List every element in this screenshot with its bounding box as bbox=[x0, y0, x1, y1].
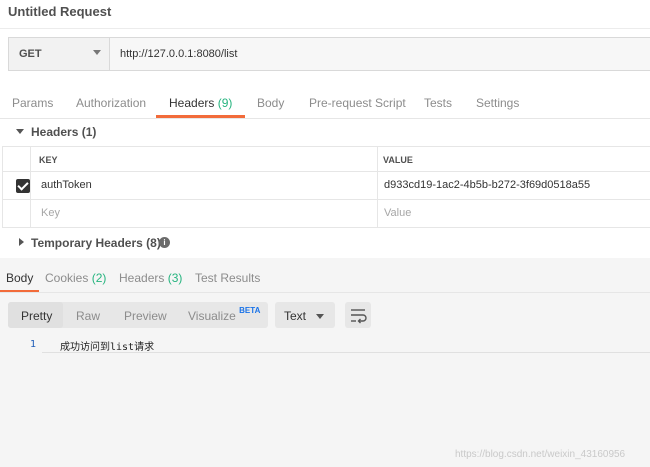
table-border-left bbox=[2, 146, 3, 228]
column-value-header: VALUE bbox=[383, 155, 413, 165]
headers-table: KEY VALUE authToken d933cd19-1ac2-4b5b-b… bbox=[2, 146, 650, 228]
url-bar: GET http://127.0.0.1:8080/list bbox=[8, 37, 650, 71]
watermark: https://blog.csdn.net/weixin_43160956 bbox=[455, 449, 626, 460]
title-divider bbox=[0, 28, 650, 29]
method-dropdown[interactable]: GET bbox=[9, 38, 110, 70]
view-raw-button[interactable]: Raw bbox=[76, 309, 100, 323]
response-tab-cookies[interactable]: Cookies (2) bbox=[45, 271, 106, 285]
request-title[interactable]: Untitled Request bbox=[8, 4, 111, 19]
response-body-text[interactable]: 成功访问到list请求 bbox=[60, 338, 154, 353]
tab-tests[interactable]: Tests bbox=[424, 96, 452, 110]
method-label: GET bbox=[19, 48, 42, 60]
new-key-input[interactable]: Key bbox=[41, 207, 60, 219]
response-tab-body[interactable]: Body bbox=[6, 271, 33, 285]
info-icon[interactable]: i bbox=[159, 237, 170, 248]
caret-down-icon[interactable] bbox=[16, 129, 24, 134]
table-border-top bbox=[2, 146, 650, 147]
header-enabled-checkbox[interactable] bbox=[16, 179, 30, 193]
chevron-down-icon bbox=[316, 314, 324, 319]
tab-authorization[interactable]: Authorization bbox=[76, 96, 146, 110]
code-line-divider bbox=[42, 352, 650, 353]
column-key-header: KEY bbox=[39, 155, 58, 165]
tab-body[interactable]: Body bbox=[257, 96, 284, 110]
response-tabs-divider bbox=[0, 292, 650, 293]
tab-pre-request-script[interactable]: Pre-request Script bbox=[309, 96, 406, 110]
tab-settings[interactable]: Settings bbox=[476, 96, 519, 110]
temporary-headers-title[interactable]: Temporary Headers (8) bbox=[31, 236, 161, 250]
tab-params[interactable]: Params bbox=[12, 96, 53, 110]
line-number: 1 bbox=[30, 339, 37, 350]
view-pretty-button[interactable]: Pretty bbox=[21, 309, 52, 323]
table-row-divider bbox=[2, 171, 650, 172]
view-preview-button[interactable]: Preview bbox=[124, 309, 167, 323]
response-tab-test-results[interactable]: Test Results bbox=[195, 271, 260, 285]
view-visualize-button[interactable]: Visualize BETA bbox=[188, 306, 261, 323]
response-panel bbox=[0, 258, 650, 467]
url-input[interactable]: http://127.0.0.1:8080/list bbox=[120, 48, 237, 60]
header-key-cell[interactable]: authToken bbox=[41, 179, 92, 191]
tabs-divider bbox=[0, 118, 650, 119]
headers-count: (9) bbox=[217, 96, 233, 110]
new-value-input[interactable]: Value bbox=[384, 207, 411, 219]
headers-section-title[interactable]: Headers (1) bbox=[31, 125, 96, 139]
table-col-divider bbox=[30, 146, 31, 228]
wrap-lines-icon bbox=[351, 309, 367, 324]
wrap-lines-button[interactable] bbox=[345, 302, 371, 328]
request-tabs: Params Authorization Headers (9) Body Pr… bbox=[0, 86, 650, 118]
table-col-divider bbox=[377, 146, 378, 228]
format-selected: Text bbox=[284, 309, 307, 323]
caret-right-icon[interactable] bbox=[19, 238, 24, 246]
chevron-down-icon bbox=[93, 50, 101, 55]
table-border-bottom bbox=[2, 227, 650, 228]
tab-headers[interactable]: Headers (9) bbox=[169, 96, 232, 110]
response-tab-headers[interactable]: Headers (3) bbox=[119, 271, 182, 285]
table-row-divider bbox=[2, 199, 650, 200]
beta-badge: BETA bbox=[239, 306, 261, 315]
header-value-cell[interactable]: d933cd19-1ac2-4b5b-b272-3f69d0518a55 bbox=[384, 179, 590, 191]
